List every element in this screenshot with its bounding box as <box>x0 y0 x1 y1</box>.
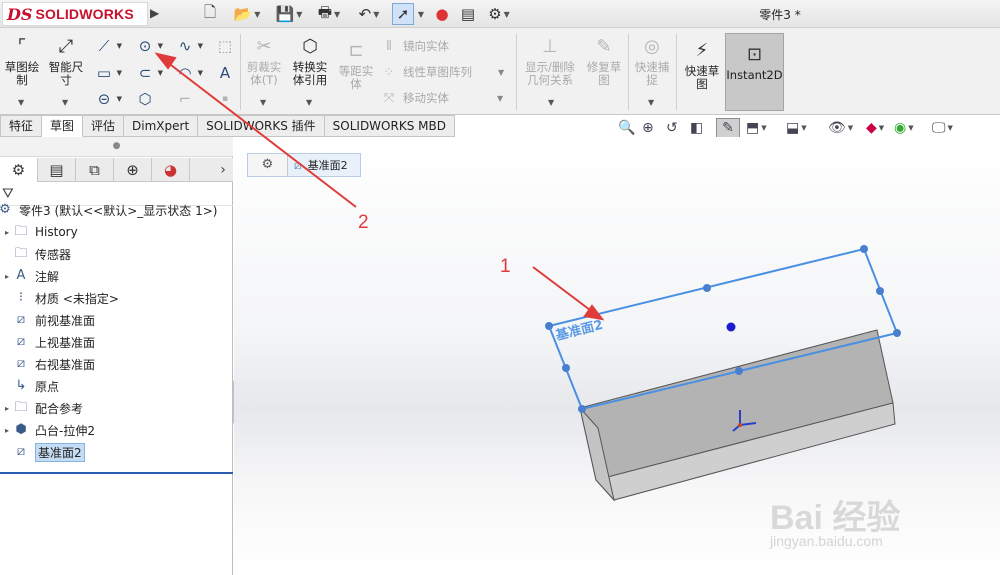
annotation-number-2: 2 <box>358 212 369 233</box>
baidu-watermark: Bai 经验 <box>770 499 901 537</box>
watermark-url: jingyan.baidu.com <box>770 533 883 549</box>
plane-name-label[interactable]: 基准面2 <box>553 317 604 344</box>
annotation-arrows <box>154 52 605 321</box>
annotation-number-1: 1 <box>500 256 511 277</box>
graphics-overlay: 基准面2 <box>154 52 901 502</box>
plane-center-point <box>726 322 736 332</box>
